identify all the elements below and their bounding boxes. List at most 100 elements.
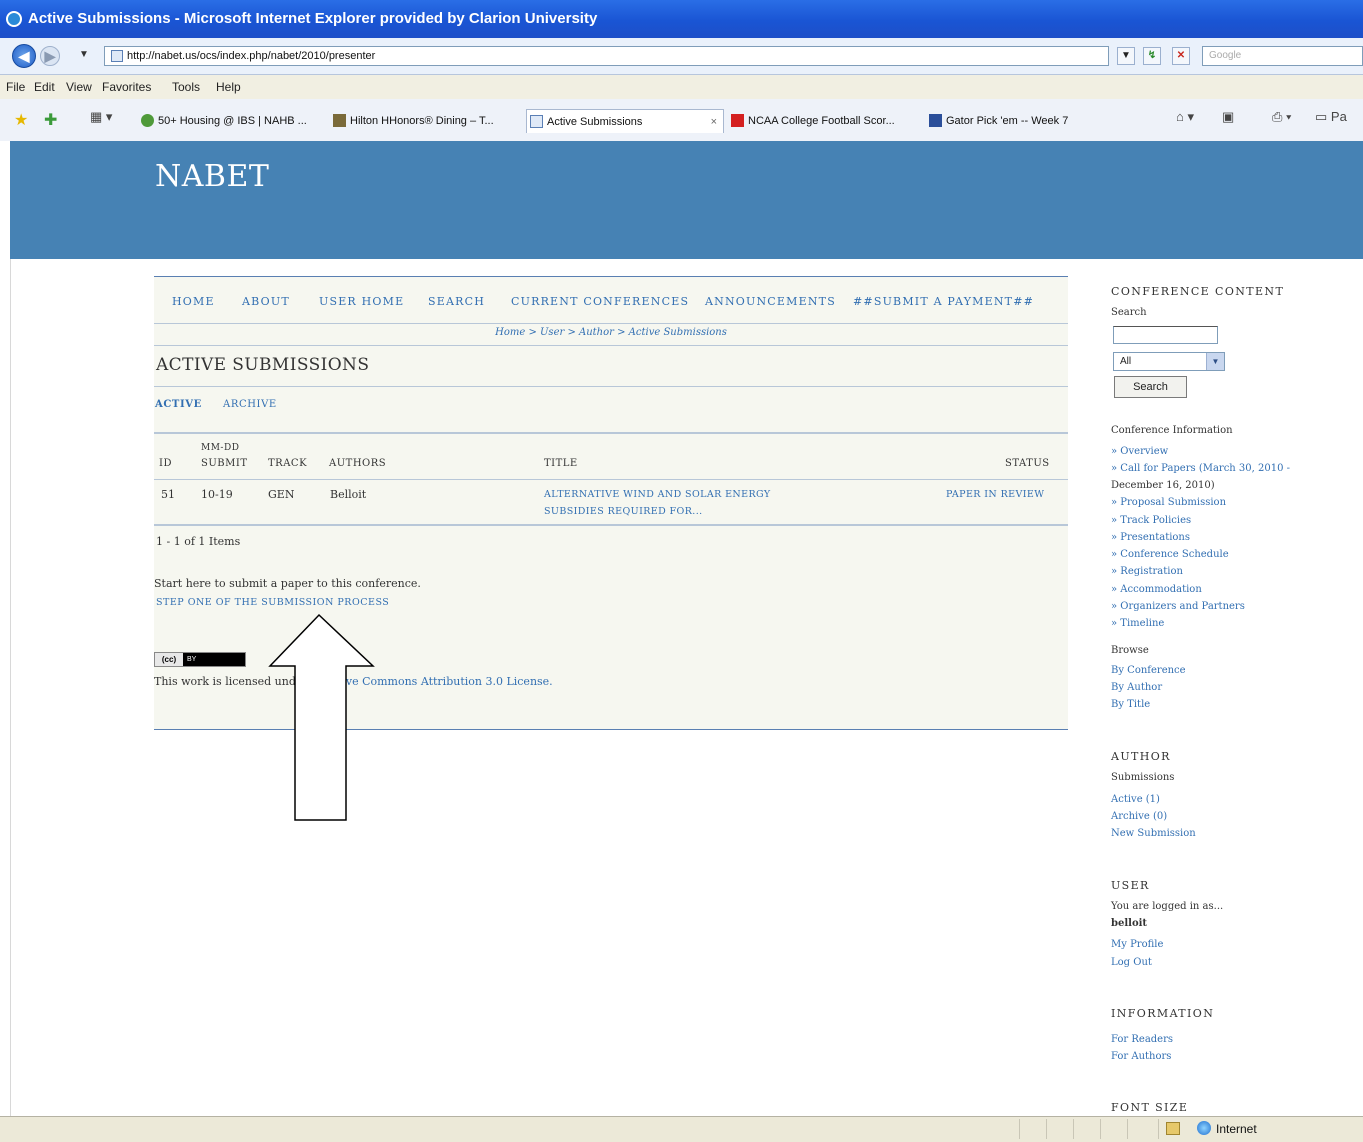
col-header-track[interactable]: TRACK [268, 458, 307, 469]
tab-archive[interactable]: ARCHIVE [223, 399, 277, 410]
nav-search[interactable]: SEARCH [428, 295, 485, 308]
browse-by-author[interactable]: By Author [1111, 682, 1162, 693]
sidebar-search-input[interactable] [1113, 326, 1218, 344]
tab-favicon-icon [929, 114, 942, 127]
favorites-star-icon[interactable]: ★ [14, 110, 28, 130]
tab-gator[interactable]: Gator Pick 'em -- Week 7 [926, 109, 1122, 133]
sidebar-search-label: Search [1111, 307, 1147, 318]
sidebar-link-active[interactable]: Active (1) [1111, 794, 1160, 805]
menu-file[interactable]: File [6, 80, 25, 94]
history-dropdown-icon[interactable]: ▼ [79, 49, 89, 60]
sidebar-link-conference-schedule[interactable]: » Conference Schedule [1111, 549, 1229, 560]
chevron-down-icon: ▼ [1121, 50, 1131, 61]
address-input[interactable]: http://nabet.us/ocs/index.php/nabet/2010… [104, 46, 1109, 66]
sidebar-link-my-profile[interactable]: My Profile [1111, 939, 1163, 950]
tab-favicon-icon [333, 114, 346, 127]
nav-user-home[interactable]: USER HOME [319, 295, 404, 308]
tab-label: Active Submissions [547, 116, 643, 128]
page-menu-button[interactable]: ▭ Pa [1315, 109, 1347, 125]
add-favorite-icon[interactable]: ✚ [44, 110, 57, 130]
forward-button[interactable]: ▶ [40, 46, 60, 66]
items-count: 1 - 1 of 1 Items [156, 535, 241, 548]
sidebar-link-proposal-submission[interactable]: » Proposal Submission [1111, 497, 1226, 508]
quick-tabs-icon[interactable]: ▦ ▾ [90, 109, 112, 125]
address-toolbar: ◀ ▶ ▼ http://nabet.us/ocs/index.php/nabe… [0, 38, 1363, 75]
col-header-authors[interactable]: AUTHORS [329, 458, 386, 469]
protected-mode-icon[interactable] [1166, 1122, 1180, 1135]
sidebar-font-size-heading: FONT SIZE [1111, 1101, 1189, 1114]
sidebar-link-accommodation[interactable]: » Accommodation [1111, 584, 1202, 595]
cell-title-link[interactable]: ALTERNATIVE WIND AND SOLAR ENERGY [544, 489, 771, 500]
nav-submit-payment[interactable]: ##SUBMIT A PAYMENT## [853, 295, 1034, 308]
sidebar-link-registration[interactable]: » Registration [1111, 566, 1183, 577]
sidebar-link-archive[interactable]: Archive (0) [1111, 811, 1167, 822]
tab-favicon-icon [141, 114, 154, 127]
ie-logo-icon [6, 11, 22, 27]
start-text: Start here to submit a paper to this con… [154, 577, 421, 590]
username: belloit [1111, 918, 1148, 929]
logged-in-text: You are logged in as... [1111, 901, 1224, 912]
browse-by-conference[interactable]: By Conference [1111, 665, 1186, 676]
sidebar-link-track-policies[interactable]: » Track Policies [1111, 515, 1191, 526]
col-header-date-format: MM-DD [201, 443, 240, 453]
status-divider [1158, 1119, 1159, 1139]
status-divider [1100, 1119, 1101, 1139]
menu-bar: File Edit View Favorites Tools Help [0, 75, 1363, 99]
refresh-button[interactable]: ↯ [1143, 47, 1161, 65]
tab-ncaa[interactable]: NCAA College Football Scor... [728, 109, 920, 133]
sidebar-search-select[interactable]: All ▼ [1113, 352, 1225, 371]
back-button[interactable]: ◀ [12, 44, 36, 68]
address-url: http://nabet.us/ocs/index.php/nabet/2010… [127, 50, 376, 62]
site-title[interactable]: NABET [155, 159, 269, 194]
refresh-icon: ↯ [1147, 50, 1157, 61]
menu-view[interactable]: View [66, 80, 92, 94]
nav-announcements[interactable]: ANNOUNCEMENTS [705, 295, 836, 308]
browser-search-input[interactable]: Google [1202, 46, 1363, 66]
col-header-status[interactable]: STATUS [1005, 458, 1050, 469]
tab-active[interactable]: ACTIVE [155, 399, 202, 410]
sidebar-search-button[interactable]: Search [1114, 376, 1187, 398]
cc-license-badge[interactable]: (cc) BY [154, 652, 246, 667]
tab-active-submissions[interactable]: Active Submissions × [526, 109, 724, 133]
sidebar-link-log-out[interactable]: Log Out [1111, 957, 1152, 968]
print-icon[interactable]: ⎙ ▾ [1272, 109, 1291, 125]
tab-favicon-icon [530, 115, 543, 128]
tab-hilton[interactable]: Hilton HHonors® Dining – T... [330, 109, 520, 133]
sidebar-link-for-readers[interactable]: For Readers [1111, 1034, 1173, 1045]
step-one-link[interactable]: STEP ONE OF THE SUBMISSION PROCESS [156, 597, 389, 608]
nav-home[interactable]: HOME [172, 295, 215, 308]
nav-about[interactable]: ABOUT [242, 295, 290, 308]
page-title: ACTIVE SUBMISSIONS [156, 355, 370, 375]
address-dropdown-button[interactable]: ▼ [1117, 47, 1135, 65]
home-icon[interactable]: ⌂ ▾ [1176, 109, 1194, 125]
stop-button[interactable]: ✕ [1172, 47, 1190, 65]
cell-status-link[interactable]: PAPER IN REVIEW [946, 489, 1044, 500]
close-tab-icon[interactable]: × [711, 110, 717, 133]
feeds-icon[interactable]: ▣ [1222, 109, 1234, 125]
tab-housing[interactable]: 50+ Housing @ IBS | NAHB ... [138, 109, 324, 133]
security-zone-label[interactable]: Internet [1216, 1122, 1257, 1136]
window-titlebar: Active Submissions - Microsoft Internet … [0, 0, 1363, 38]
breadcrumb[interactable]: Home > User > Author > Active Submission… [154, 323, 1068, 346]
tab-favicon-icon [731, 114, 744, 127]
nav-current-conferences[interactable]: CURRENT CONFERENCES [511, 295, 689, 308]
browse-by-title[interactable]: By Title [1111, 699, 1150, 710]
sidebar-link-call-for-papers[interactable]: » Call for Papers (March 30, 2010 - [1111, 463, 1290, 474]
sidebar-conference-content-heading: CONFERENCE CONTENT [1111, 285, 1285, 298]
sidebar-link-organizers[interactable]: » Organizers and Partners [1111, 601, 1245, 612]
sidebar-link-new-submission[interactable]: New Submission [1111, 828, 1196, 839]
sidebar-link-presentations[interactable]: » Presentations [1111, 532, 1190, 543]
divider [154, 386, 1068, 387]
menu-tools[interactable]: Tools [172, 80, 200, 94]
sidebar-link-timeline[interactable]: » Timeline [1111, 618, 1164, 629]
sidebar-link-overview[interactable]: » Overview [1111, 446, 1168, 457]
cell-id: 51 [161, 488, 175, 501]
page-menu-label: Pa [1330, 109, 1347, 124]
cell-title-link-line2[interactable]: SUBSIDIES REQUIRED FOR... [544, 506, 703, 517]
menu-edit[interactable]: Edit [34, 80, 55, 94]
col-header-submit[interactable]: SUBMIT [201, 458, 248, 469]
menu-favorites[interactable]: Favorites [102, 80, 151, 94]
menu-help[interactable]: Help [216, 80, 241, 94]
sidebar-link-for-authors[interactable]: For Authors [1111, 1051, 1171, 1062]
col-header-title[interactable]: TITLE [544, 458, 578, 469]
